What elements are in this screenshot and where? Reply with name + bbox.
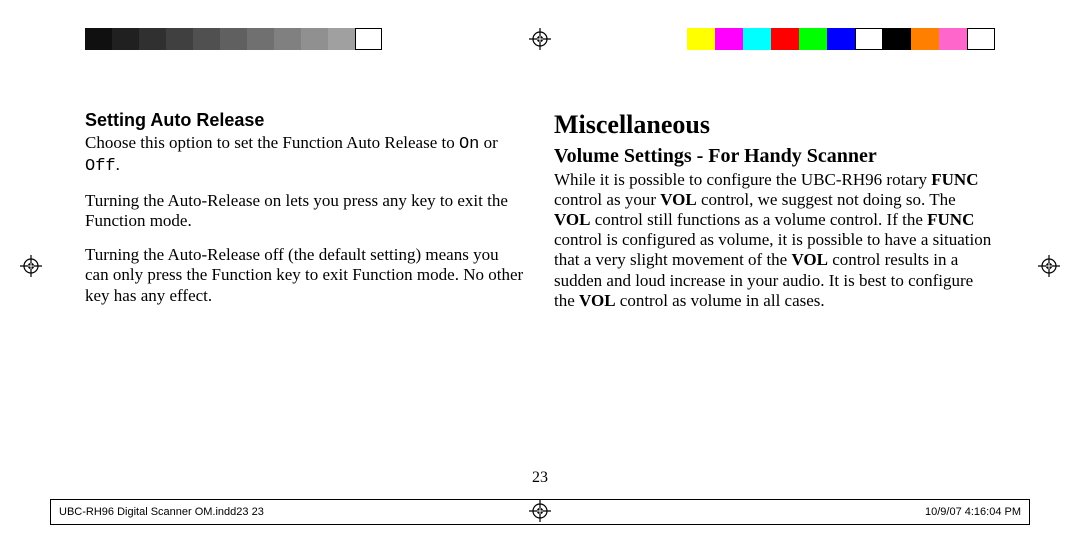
swatch (112, 28, 139, 50)
swatch (193, 28, 220, 50)
bold-vol: VOL (660, 190, 697, 209)
swatch (715, 28, 743, 50)
swatch (967, 28, 995, 50)
swatch (687, 28, 715, 50)
swatch (855, 28, 883, 50)
registration-mark-icon (529, 28, 551, 50)
paragraph: Turning the Auto-Release on lets you pre… (85, 191, 526, 231)
paragraph: While it is possible to configure the UB… (554, 170, 995, 310)
swatch (799, 28, 827, 50)
slug-frame: UBC-RH96 Digital Scanner OM.indd23 23 10… (50, 499, 1030, 525)
heading-auto-release: Setting Auto Release (85, 110, 526, 131)
swatch (939, 28, 967, 50)
code-on: On (459, 135, 479, 154)
left-column: Setting Auto Release Choose this option … (85, 110, 526, 457)
slug-filename: UBC-RH96 Digital Scanner OM.indd23 23 (59, 506, 264, 518)
registration-mark-icon (20, 255, 42, 277)
swatch (166, 28, 193, 50)
swatch (743, 28, 771, 50)
swatch (139, 28, 166, 50)
registration-mark-icon (1038, 255, 1060, 277)
text: control as your (554, 190, 660, 209)
page-body: Setting Auto Release Choose this option … (85, 110, 995, 457)
heading-miscellaneous: Miscellaneous (554, 110, 995, 141)
swatch (355, 28, 382, 50)
swatch (771, 28, 799, 50)
swatch (247, 28, 274, 50)
code-off: Off (85, 157, 116, 176)
text: or (479, 133, 497, 152)
bold-func: FUNC (931, 170, 978, 189)
paragraph: Choose this option to set the Function A… (85, 133, 526, 177)
bold-func: FUNC (927, 210, 974, 229)
swatch (220, 28, 247, 50)
text: control, we suggest not doing so. The (697, 190, 956, 209)
page-number: 23 (0, 469, 1080, 487)
heading-volume-settings: Volume Settings - For Handy Scanner (554, 145, 995, 169)
paragraph: Turning the Auto-Release off (the defaul… (85, 245, 526, 305)
text: control as volume in all cases. (616, 291, 825, 310)
swatch (883, 28, 911, 50)
text: Choose this option to set the Function A… (85, 133, 459, 152)
bold-vol: VOL (579, 291, 616, 310)
text: control still functions as a volume cont… (591, 210, 928, 229)
swatch (274, 28, 301, 50)
text: While it is possible to configure the UB… (554, 170, 931, 189)
bold-vol: VOL (554, 210, 591, 229)
right-column: Miscellaneous Volume Settings - For Hand… (554, 110, 995, 457)
slug-timestamp: 10/9/07 4:16:04 PM (925, 506, 1021, 518)
swatch (911, 28, 939, 50)
swatch (85, 28, 112, 50)
bold-vol: VOL (791, 250, 828, 269)
prepress-color-bar (687, 28, 995, 50)
text: . (116, 155, 120, 174)
swatch (827, 28, 855, 50)
swatch (301, 28, 328, 50)
prepress-grayscale-bar (85, 28, 382, 50)
swatch (328, 28, 355, 50)
